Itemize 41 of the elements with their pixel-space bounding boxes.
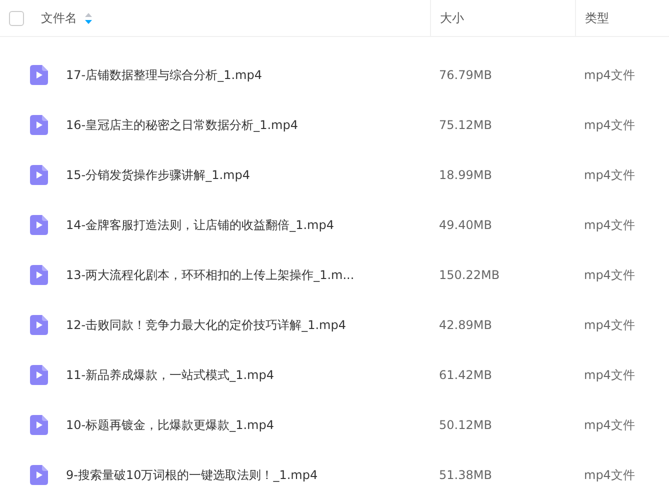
sort-icon[interactable] [85, 12, 92, 24]
file-size: 49.40MB [439, 218, 492, 232]
file-type: mp4文件 [584, 168, 635, 182]
file-name[interactable]: 11-新品养成爆款，一站式模式_1.mp4 [66, 366, 274, 384]
file-type: mp4文件 [584, 418, 635, 432]
file-type: mp4文件 [584, 268, 635, 282]
video-file-icon [30, 415, 48, 435]
file-name[interactable]: 9-搜索量破10万词根的一键选取法则！_1.mp4 [66, 466, 318, 484]
video-file-icon [30, 115, 48, 135]
file-name[interactable]: 16-皇冠店主的秘密之日常数据分析_1.mp4 [66, 116, 298, 134]
select-all-checkbox[interactable] [9, 10, 24, 26]
video-file-icon [30, 365, 48, 385]
file-type: mp4文件 [584, 318, 635, 332]
video-file-icon [30, 215, 48, 235]
file-size: 42.89MB [439, 318, 492, 332]
file-name[interactable]: 12-击败同款！竞争力最大化的定价技巧详解_1.mp4 [66, 316, 346, 334]
file-size: 75.12MB [439, 118, 492, 132]
video-file-icon [30, 315, 48, 335]
file-name[interactable]: 15-分销发货操作步骤讲解_1.mp4 [66, 166, 250, 184]
file-type: mp4文件 [584, 218, 635, 232]
file-size: 76.79MB [439, 68, 492, 82]
file-type: mp4文件 [584, 118, 635, 132]
file-type: mp4文件 [584, 468, 635, 482]
file-size: 61.42MB [439, 368, 492, 382]
file-size: 150.22MB [439, 268, 500, 282]
column-header[interactable]: 类型 [585, 9, 609, 27]
file-size: 51.38MB [439, 468, 492, 482]
file-type: mp4文件 [584, 68, 635, 82]
video-file-icon [30, 265, 48, 285]
file-name[interactable]: 14-金牌客服打造法则，让店铺的收益翻倍_1.mp4 [66, 216, 334, 234]
video-file-icon [30, 65, 48, 85]
column-header[interactable]: 文件名 [41, 9, 77, 27]
file-name[interactable]: 17-店铺数据整理与综合分析_1.mp4 [66, 66, 262, 84]
video-file-icon [30, 465, 48, 485]
file-name[interactable]: 13-两大流程化剧本，环环相扣的上传上架操作_1.m... [66, 266, 354, 284]
column-header[interactable]: 大小 [440, 9, 464, 27]
file-size: 18.99MB [439, 168, 492, 182]
file-name[interactable]: 10-标题再镀金，比爆款更爆款_1.mp4 [66, 416, 274, 434]
file-type: mp4文件 [584, 368, 635, 382]
video-file-icon [30, 165, 48, 185]
file-size: 50.12MB [439, 418, 492, 432]
